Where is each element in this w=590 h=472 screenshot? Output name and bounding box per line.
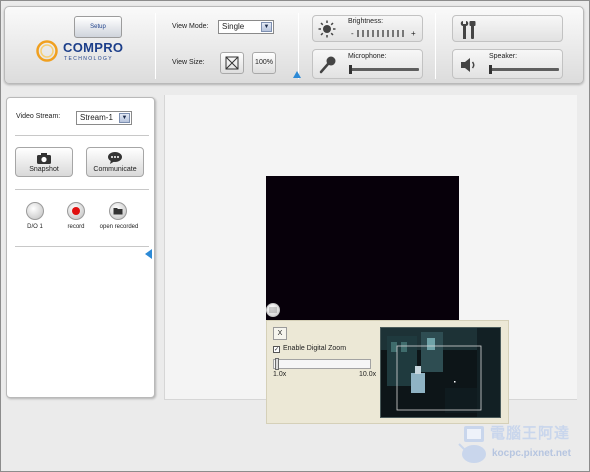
snapshot-label: Snapshot [29,166,59,173]
fit-window-icon [225,56,239,70]
brightness-tick [397,30,399,37]
view-mode-value: Single [222,22,245,31]
watermark-url: kocpc.pixnet.net [492,448,571,459]
video-stream-label: Video Stream: [16,113,61,120]
record-button[interactable] [67,202,85,220]
divider [15,135,149,136]
toolbar-divider [155,13,156,79]
brightness-tick [392,30,394,37]
zoom-level-slider-thumb[interactable] [275,358,279,370]
brightness-tick [402,30,404,37]
close-zoom-panel-button[interactable]: X [273,327,287,340]
speaker-panel: Speaker: [452,49,563,79]
microphone-panel: Microphone: [312,49,423,79]
brightness-tick [367,30,369,37]
folder-icon [113,208,123,215]
brightness-tick [357,30,359,37]
zoom-preview-thumbnail[interactable] [380,327,501,418]
brand-tagline: TECHNOLOGY [64,56,114,62]
enable-digital-zoom-checkbox[interactable]: ✓ [273,346,280,353]
divider [15,246,149,247]
watermark-title: 電腦王阿達 [490,425,571,442]
communicate-label: Communicate [93,166,137,173]
do1-label: D/O 1 [27,224,43,230]
tools-icon [460,21,476,39]
chevron-down-icon: ▼ [261,22,272,32]
setup-button[interactable]: Setup [74,16,122,38]
brightness-tick [377,30,379,37]
microphone-slider-knob[interactable] [349,65,352,74]
brightness-label: Brightness: [348,18,384,25]
communicate-button[interactable]: Communicate [86,147,144,177]
view-mode-select[interactable]: Single ▼ [218,20,274,34]
digital-zoom-toggle-button[interactable] [266,303,280,317]
chevron-down-icon: ▼ [119,113,130,123]
brightness-tick [382,30,384,37]
video-stream-value: Stream-1 [80,113,113,122]
brand-name: COMPRO [63,40,124,55]
video-viewport[interactable] [266,176,459,320]
zoom-100-button[interactable]: 100% [252,52,276,74]
snapshot-button[interactable]: Snapshot [15,147,73,177]
digital-zoom-panel: X ✓ Enable Digital Zoom 1.0x 10.0x [266,320,509,424]
zoom-max-label: 10.0x [359,371,377,378]
toolbar-divider [435,13,436,79]
open-recorded-label: open recorded [99,224,139,230]
video-stream-select[interactable]: Stream-1 ▼ [76,111,132,125]
brightness-tick [387,30,389,37]
camera-icon [37,153,51,164]
speaker-slider-knob[interactable] [489,65,492,74]
brightness-slider[interactable] [357,30,409,38]
speech-bubble-icon [108,152,122,164]
brightness-tick [372,30,374,37]
left-control-panel: Video Stream: Stream-1 ▼ Snapshot Commun… [6,97,155,398]
toolbar-divider [298,13,299,79]
fit-to-window-button[interactable] [220,52,244,74]
brightness-plus[interactable]: + [411,29,416,38]
zoom-level-slider[interactable] [273,359,371,369]
zoom-preview-image [381,328,500,417]
speaker-label: Speaker: [489,53,518,60]
brightness-minus[interactable]: - [351,29,354,38]
watermark-mascot-icon [458,426,486,463]
brightness-sun-icon [318,20,336,38]
record-dot-icon [72,207,80,215]
view-size-label: View Size: [172,59,205,66]
open-recorded-button[interactable] [109,202,127,220]
speaker-slider[interactable] [489,65,559,74]
do1-button[interactable] [26,202,44,220]
brightness-tick [362,30,364,37]
zoom-grid-icon [269,307,277,313]
watermark: 電腦王阿達 kocpc.pixnet.net [456,420,588,468]
collapse-panel-arrow-icon[interactable] [145,249,152,259]
speaker-icon [461,58,475,72]
compro-logo: COMPRO TECHNOLOGY [35,37,135,67]
enable-digital-zoom-label: Enable Digital Zoom [283,345,347,352]
microphone-label: Microphone: [348,53,387,60]
setup-panel [452,15,563,42]
microphone-slider[interactable] [349,65,419,74]
zoom-min-label: 1.0x [273,371,287,378]
view-mode-label: View Mode: [172,23,209,30]
divider [15,189,149,190]
collapse-toolbar-arrow-icon[interactable] [293,71,301,78]
record-label: record [67,224,85,230]
brightness-panel: Brightness: - + [312,15,423,42]
microphone-icon [319,56,336,74]
compro-logo-ring-icon [36,40,58,62]
